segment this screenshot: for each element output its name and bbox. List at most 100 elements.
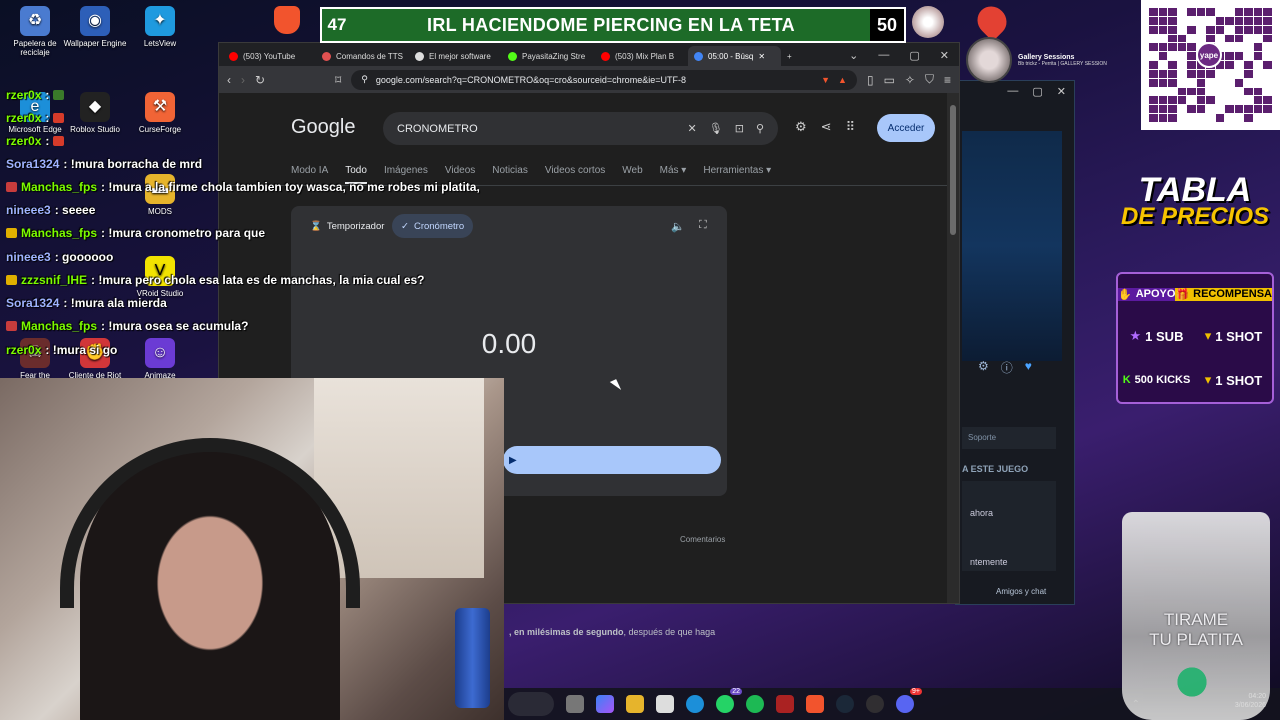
tab-kick-stream[interactable]: PayasitaZing Stre — [502, 46, 595, 66]
edge-icon[interactable] — [686, 695, 704, 713]
qr-module — [1168, 25, 1177, 34]
avatar — [912, 6, 944, 38]
google-logo[interactable]: Google — [291, 116, 356, 139]
chevron-down-icon[interactable]: ⌄ — [849, 49, 858, 62]
brave-icon[interactable] — [806, 695, 824, 713]
qr-module — [1187, 87, 1196, 96]
scrollbar-thumb[interactable] — [950, 105, 956, 235]
tab-short-videos[interactable]: Videos cortos — [545, 165, 605, 184]
steam-section-heading: A ESTE JUEGO — [962, 464, 1029, 474]
brave-rewards-icon[interactable]: ▲ — [838, 75, 847, 85]
steam-support-link[interactable]: Soporte — [962, 427, 1056, 449]
signin-button[interactable]: Acceder — [877, 114, 935, 142]
tab-youtube-mix[interactable]: (503) Mix Plan B — [595, 46, 688, 66]
page-scrollbar[interactable] — [947, 93, 959, 603]
tab-youtube[interactable]: (503) YouTube — [223, 46, 316, 66]
obs-icon[interactable] — [866, 695, 884, 713]
site-info-icon[interactable]: ⚲ — [361, 74, 368, 85]
hourglass-icon: ⌛ — [310, 220, 322, 232]
tab-web[interactable]: Web — [622, 165, 642, 184]
system-clock[interactable]: 04:20 3/06/2026 — [1235, 692, 1266, 710]
search-box[interactable]: CRONOMETRO ✕ 🎙 ⊡ ⚲ — [383, 112, 778, 145]
shot-glass-icon: ▾ — [1204, 372, 1212, 387]
stream-title: IRL HACIENDOME PIERCING EN LA TETA — [427, 14, 795, 35]
fullscreen-icon[interactable]: ⛶ — [699, 219, 707, 232]
settings-icon[interactable]: ⚙ — [795, 119, 807, 135]
bookmark-icon[interactable]: ⌑ — [335, 73, 341, 87]
qr-module — [1234, 105, 1244, 114]
tab-news[interactable]: Noticias — [492, 165, 528, 184]
close-tab-icon[interactable]: ✕ — [758, 52, 765, 61]
store-icon[interactable] — [656, 695, 674, 713]
brave-shields-icon[interactable]: ▼ — [821, 75, 830, 85]
close-icon[interactable]: ✕ — [1057, 85, 1066, 98]
desktop-icon-roblox[interactable]: ◆ Roblox Studio — [60, 92, 130, 134]
vpn-icon[interactable]: ⛉ — [925, 72, 934, 87]
heart-icon[interactable]: ♥ — [1025, 359, 1032, 376]
qr-module — [1253, 87, 1263, 96]
maximize-icon[interactable]: ▢ — [1032, 85, 1042, 98]
desktop-icon-animaze[interactable]: ☺ Animaze — [125, 338, 195, 380]
forward-icon[interactable]: › — [241, 73, 245, 87]
start-button[interactable]: ▶ — [503, 446, 721, 474]
software-icon — [415, 51, 424, 61]
clear-icon[interactable]: ✕ — [688, 122, 697, 135]
minimize-icon[interactable]: — — [1007, 85, 1018, 98]
sound-icon[interactable]: 🔈 — [671, 220, 685, 233]
qr-module — [1234, 87, 1244, 96]
desktop-icon-wallpaper-engine[interactable]: ◉ Wallpaper Engine — [60, 6, 130, 48]
price-table-overlay: TABLA DE PRECIOS ✋ APOYO 🎁 RECOMPENSA ★ 1 S… — [1110, 160, 1280, 460]
copilot-icon[interactable] — [596, 695, 614, 713]
qr-module — [1234, 78, 1244, 87]
qr-module — [1149, 25, 1158, 34]
whatsapp-icon[interactable]: 22 — [716, 688, 742, 713]
address-bar[interactable]: ⚲ google.com/search?q=CRONOMETRO&oq=cro&… — [351, 69, 857, 90]
timer-chip[interactable]: ⌛ Temporizador — [301, 214, 393, 238]
menu-icon[interactable]: ≡ — [944, 73, 951, 87]
minimize-icon[interactable]: — — [878, 49, 889, 62]
kick-icon: K — [1122, 374, 1131, 386]
tab-google-search[interactable]: 05:00 - Búsq ✕ — [688, 46, 781, 66]
qr-module — [1196, 34, 1206, 43]
share-icon[interactable]: ⋖ — [821, 119, 832, 135]
qr-module — [1263, 25, 1272, 34]
steam-friends-chat[interactable]: Amigos y chat — [996, 587, 1046, 596]
desktop-icon-curseforge[interactable]: ⚒ CurseForge — [125, 92, 195, 134]
info-icon[interactable]: ⓘ — [1001, 359, 1013, 376]
wallet-icon[interactable]: ▭ — [884, 73, 895, 87]
qr-module — [1215, 25, 1225, 34]
stopwatch-chip[interactable]: ✓ Cronómetro — [392, 214, 474, 238]
microphone-icon[interactable]: 🎙 — [709, 122, 723, 135]
maximize-icon[interactable]: ▢ — [909, 49, 919, 62]
back-icon[interactable]: ‹ — [227, 73, 231, 87]
new-tab-button[interactable]: + — [781, 46, 805, 66]
spotify-icon[interactable] — [746, 695, 764, 713]
tab-tts-commands[interactable]: Comandos de TTS — [316, 46, 409, 66]
lens-icon[interactable]: ⊡ — [735, 122, 744, 135]
apps-grid-icon[interactable]: ⠿ — [846, 119, 856, 135]
steam-icon[interactable] — [836, 695, 854, 713]
price-table: ✋ APOYO 🎁 RECOMPENSA ★ 1 SUB ▾ 1 SHOT K 500 K… — [1116, 272, 1274, 404]
reload-icon[interactable]: ↻ — [255, 73, 265, 87]
leo-icon[interactable]: ✧ — [905, 73, 915, 87]
task-view-icon[interactable] — [566, 695, 584, 713]
sidebar-icon[interactable]: ▯ — [867, 73, 874, 87]
steam-activity-line: ahora — [970, 508, 994, 518]
qr-module — [1215, 105, 1225, 114]
file-explorer-icon[interactable] — [626, 695, 644, 713]
tab-software[interactable]: El mejor software — [409, 46, 502, 66]
gear-icon[interactable]: ⚙ — [978, 359, 989, 376]
brave-icon[interactable] — [274, 6, 300, 34]
discord-icon[interactable]: 9+ — [896, 688, 922, 713]
desktop-icon-letsview[interactable]: ✦ LetsView — [125, 6, 195, 48]
tab-tools[interactable]: Herramientas ▾ — [703, 165, 771, 184]
taskbar-search[interactable] — [508, 692, 554, 716]
search-icon[interactable]: ⚲ — [756, 122, 764, 135]
qr-module — [1168, 34, 1177, 43]
close-icon[interactable]: ✕ — [940, 49, 949, 62]
tab-more[interactable]: Más ▾ — [660, 165, 687, 184]
qr-module — [1149, 8, 1158, 16]
comments-link[interactable]: Comentarios — [680, 535, 725, 544]
search-input[interactable]: CRONOMETRO — [397, 123, 676, 135]
dota-icon[interactable] — [776, 695, 794, 713]
